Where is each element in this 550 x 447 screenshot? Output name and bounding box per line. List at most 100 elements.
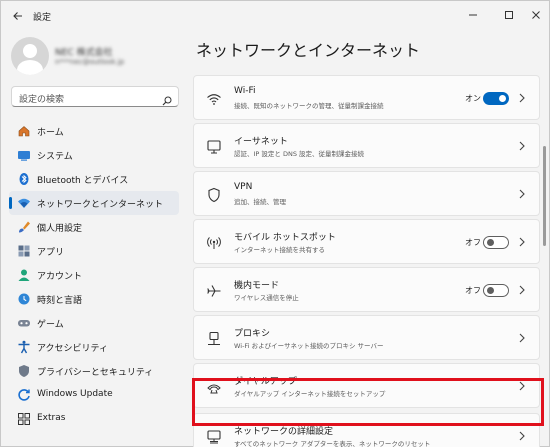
chevron-right-icon[interactable] [517,140,527,152]
sidebar-item-label: アクセシビリティ [37,344,109,354]
sidebar-item-label: ゲーム [37,320,64,330]
card-title: 機内モード [234,281,280,291]
card-wifi[interactable]: Wi-Fi 接続、既知のネットワークの管理、従量制課金接続 オン [193,75,540,120]
card-title: イーサネット [234,137,288,147]
minimize-icon[interactable] [460,5,486,25]
back-arrow-icon[interactable] [9,7,27,25]
sidebar-item-time-language[interactable]: 時刻と言語 [9,287,179,311]
search-placeholder: 設定の検索 [19,95,65,105]
dialup-icon [206,379,222,395]
sidebar-item-home[interactable]: ホーム [9,119,179,143]
sidebar-item-extras[interactable]: Extras [9,407,179,431]
card-dialup[interactable]: ダイヤルアップ ダイヤルアップ インターネット接続をセットアップ [193,363,540,408]
chevron-right-icon[interactable] [517,332,527,344]
sidebar-item-privacy[interactable]: プライバシーとセキュリティ [9,359,179,383]
card-advanced-network-settings[interactable]: ネットワークの詳細設定 すべてのネットワーク アダプターを表示、ネットワークのリ… [193,413,540,447]
chevron-right-icon[interactable] [517,92,527,104]
sidebar-item-label: ネットワークとインターネット [37,200,164,210]
sidebar-item-network[interactable]: ネットワークとインターネット [9,191,179,215]
card-vpn[interactable]: VPN 追加、接続、管理 [193,171,540,216]
settings-window: 設定 NEC 株式会社 n***nec@outlook.jp 設定の検索 ホーム [0,0,550,447]
proxy-icon [206,331,222,347]
card-title: モバイル ホットスポット [234,233,336,243]
card-title: ダイヤルアップ [234,377,297,387]
extras-icon [17,412,31,426]
card-subtitle: Wi-Fi およびイーサネット接続のプロキシ サーバー [234,342,384,350]
card-title: プロキシ [234,329,271,339]
sidebar-item-windows-update[interactable]: Windows Update [9,383,179,407]
profile-email: n***nec@outlook.jp [55,58,125,66]
toggle-state-label: オフ [465,286,481,295]
settings-cards: Wi-Fi 接続、既知のネットワークの管理、従量制課金接続 オン イーサネット … [193,75,541,447]
windows-update-icon [17,388,31,402]
accessibility-icon [17,340,31,354]
sidebar-item-system[interactable]: システム [9,143,179,167]
airplane-toggle[interactable] [483,284,509,297]
ethernet-icon [206,139,222,155]
home-icon [17,124,31,138]
chevron-right-icon[interactable] [517,188,527,200]
airplane-icon [206,283,222,299]
sidebar-item-label: アカウント [37,272,83,282]
personalization-icon [17,220,31,234]
bluetooth-icon [17,172,31,186]
advanced-network-icon [206,429,222,445]
sidebar-item-label: 時刻と言語 [37,296,83,306]
card-title: Wi-Fi [234,86,256,96]
hotspot-toggle[interactable] [483,236,509,249]
user-profile[interactable]: NEC 株式会社 n***nec@outlook.jp [11,37,181,77]
sidebar-item-label: Windows Update [37,389,113,399]
system-icon [17,148,31,162]
sidebar-nav: ホーム システム Bluetooth とデバイス ネットワークとインターネット … [9,119,181,431]
wifi-toggle[interactable] [483,92,509,105]
card-title: VPN [234,182,253,192]
card-subtitle: すべてのネットワーク アダプターを表示、ネットワークのリセット [234,440,431,447]
sidebar-item-label: システム [37,152,73,162]
chevron-right-icon[interactable] [517,380,527,392]
card-subtitle: ダイヤルアップ インターネット接続をセットアップ [234,390,386,398]
card-ethernet[interactable]: イーサネット 認証、IP 設定と DNS 設定、従量制課金接続 [193,123,540,168]
wifi-icon [206,91,222,107]
sidebar-item-label: 個人用設定 [37,224,83,234]
card-subtitle: 認証、IP 設定と DNS 設定、従量制課金接続 [234,150,365,158]
card-subtitle: 追加、接続、管理 [234,198,286,206]
sidebar-item-label: アプリ [37,248,65,258]
chevron-right-icon[interactable] [517,236,527,248]
sidebar-item-label: ホーム [37,128,64,138]
chevron-right-icon[interactable] [517,284,527,296]
time-language-icon [17,292,31,306]
accounts-icon [17,268,31,282]
sidebar-item-personalization[interactable]: 個人用設定 [9,215,179,239]
hotspot-icon [206,235,222,251]
toggle-state-label: オン [465,94,481,103]
card-subtitle: インターネット接続を共有する [234,246,325,254]
maximize-icon[interactable] [496,5,522,25]
chevron-right-icon[interactable] [517,430,527,442]
apps-icon [17,244,31,258]
sidebar-item-bluetooth[interactable]: Bluetooth とデバイス [9,167,179,191]
sidebar-item-gaming[interactable]: ゲーム [9,311,179,335]
search-input[interactable]: 設定の検索 [11,86,179,107]
toggle-state-label: オフ [465,238,481,247]
card-airplane-mode[interactable]: 機内モード ワイヤレス通信を停止 オフ [193,267,540,312]
avatar [11,37,49,75]
card-title: ネットワークの詳細設定 [234,427,334,437]
sidebar-item-apps[interactable]: アプリ [9,239,179,263]
card-subtitle: 接続、既知のネットワークの管理、従量制課金接続 [234,102,384,110]
network-icon [17,196,31,210]
card-mobile-hotspot[interactable]: モバイル ホットスポット インターネット接続を共有する オフ [193,219,540,264]
app-title: 設定 [33,13,52,23]
vpn-shield-icon [206,187,222,203]
sidebar-item-accessibility[interactable]: アクセシビリティ [9,335,179,359]
search-icon[interactable] [162,91,172,106]
sidebar-item-label: Extras [37,413,66,423]
sidebar-item-accounts[interactable]: アカウント [9,263,179,287]
scrollbar[interactable] [543,146,546,246]
card-proxy[interactable]: プロキシ Wi-Fi およびイーサネット接続のプロキシ サーバー [193,315,540,360]
card-subtitle: ワイヤレス通信を停止 [234,294,299,302]
profile-name: NEC 株式会社 [55,48,113,58]
gaming-icon [17,316,31,330]
title-bar: 設定 [1,1,549,31]
close-icon[interactable] [523,5,549,25]
sidebar-item-label: プライバシーとセキュリティ [37,368,154,378]
